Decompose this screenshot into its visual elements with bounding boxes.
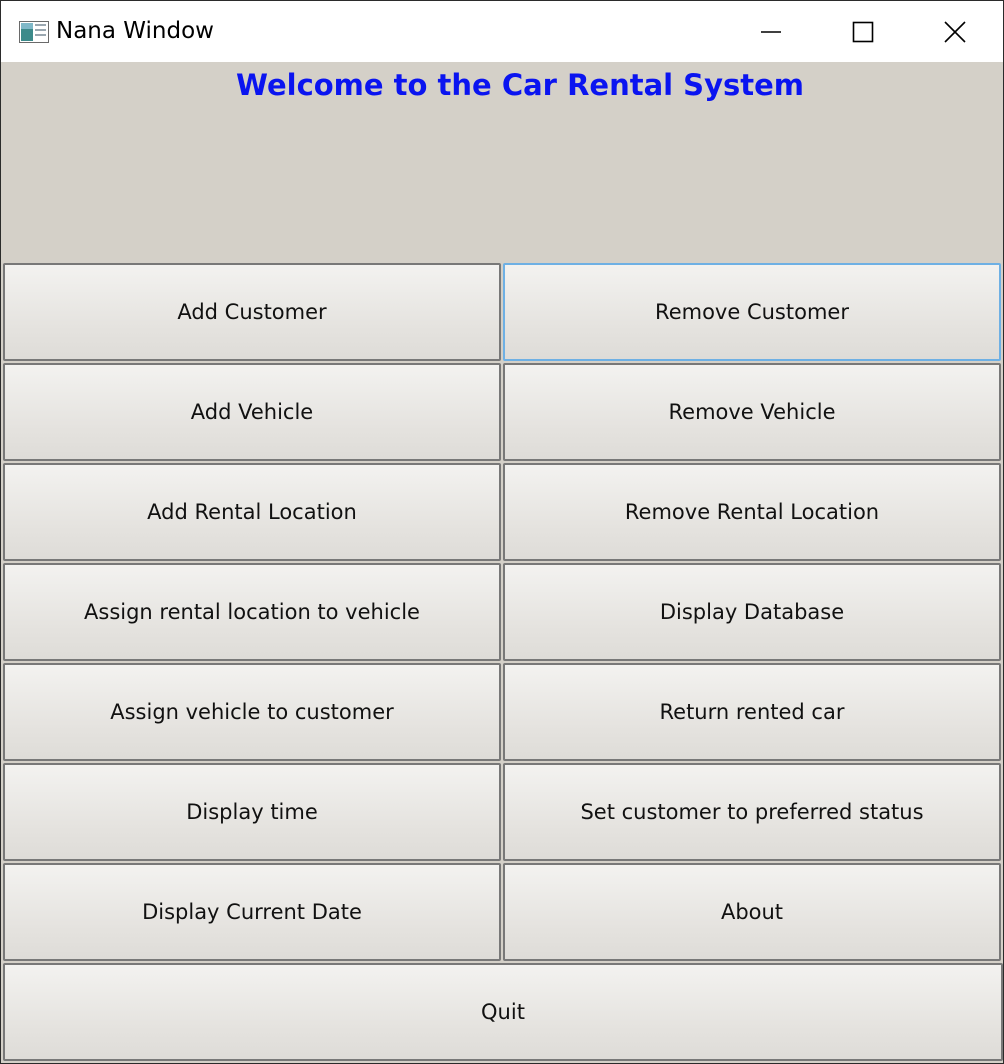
quit-button[interactable]: Quit	[3, 963, 1003, 1061]
display-current-date-button[interactable]: Display Current Date	[3, 863, 501, 961]
assign-vehicle-to-customer-button[interactable]: Assign vehicle to customer	[3, 663, 501, 761]
maximize-icon	[852, 21, 874, 42]
set-preferred-status-button[interactable]: Set customer to preferred status	[503, 763, 1001, 861]
remove-vehicle-button[interactable]: Remove Vehicle	[503, 363, 1001, 461]
add-vehicle-button[interactable]: Add Vehicle	[3, 363, 501, 461]
welcome-heading: Welcome to the Car Rental System	[236, 68, 804, 102]
client-area: Welcome to the Car Rental System Add Cus…	[1, 62, 1003, 1063]
display-database-button[interactable]: Display Database	[503, 563, 1001, 661]
add-customer-button[interactable]: Add Customer	[3, 263, 501, 361]
about-button[interactable]: About	[503, 863, 1001, 961]
remove-customer-button[interactable]: Remove Customer	[503, 263, 1001, 361]
title-bar[interactable]: Nana Window	[1, 1, 1003, 62]
minimize-icon	[761, 30, 781, 33]
app-window: Nana Window Welcome to the Car Rental Sy…	[0, 0, 1004, 1064]
minimize-button[interactable]	[725, 1, 817, 62]
close-button[interactable]	[909, 1, 1001, 62]
display-time-button[interactable]: Display time	[3, 763, 501, 861]
add-rental-location-button[interactable]: Add Rental Location	[3, 463, 501, 561]
close-icon	[944, 20, 966, 43]
remove-rental-location-button[interactable]: Remove Rental Location	[503, 463, 1001, 561]
assign-location-to-vehicle-button[interactable]: Assign rental location to vehicle	[3, 563, 501, 661]
maximize-button[interactable]	[817, 1, 909, 62]
return-rented-car-button[interactable]: Return rented car	[503, 663, 1001, 761]
app-icon	[19, 21, 49, 43]
window-title: Nana Window	[56, 18, 214, 44]
